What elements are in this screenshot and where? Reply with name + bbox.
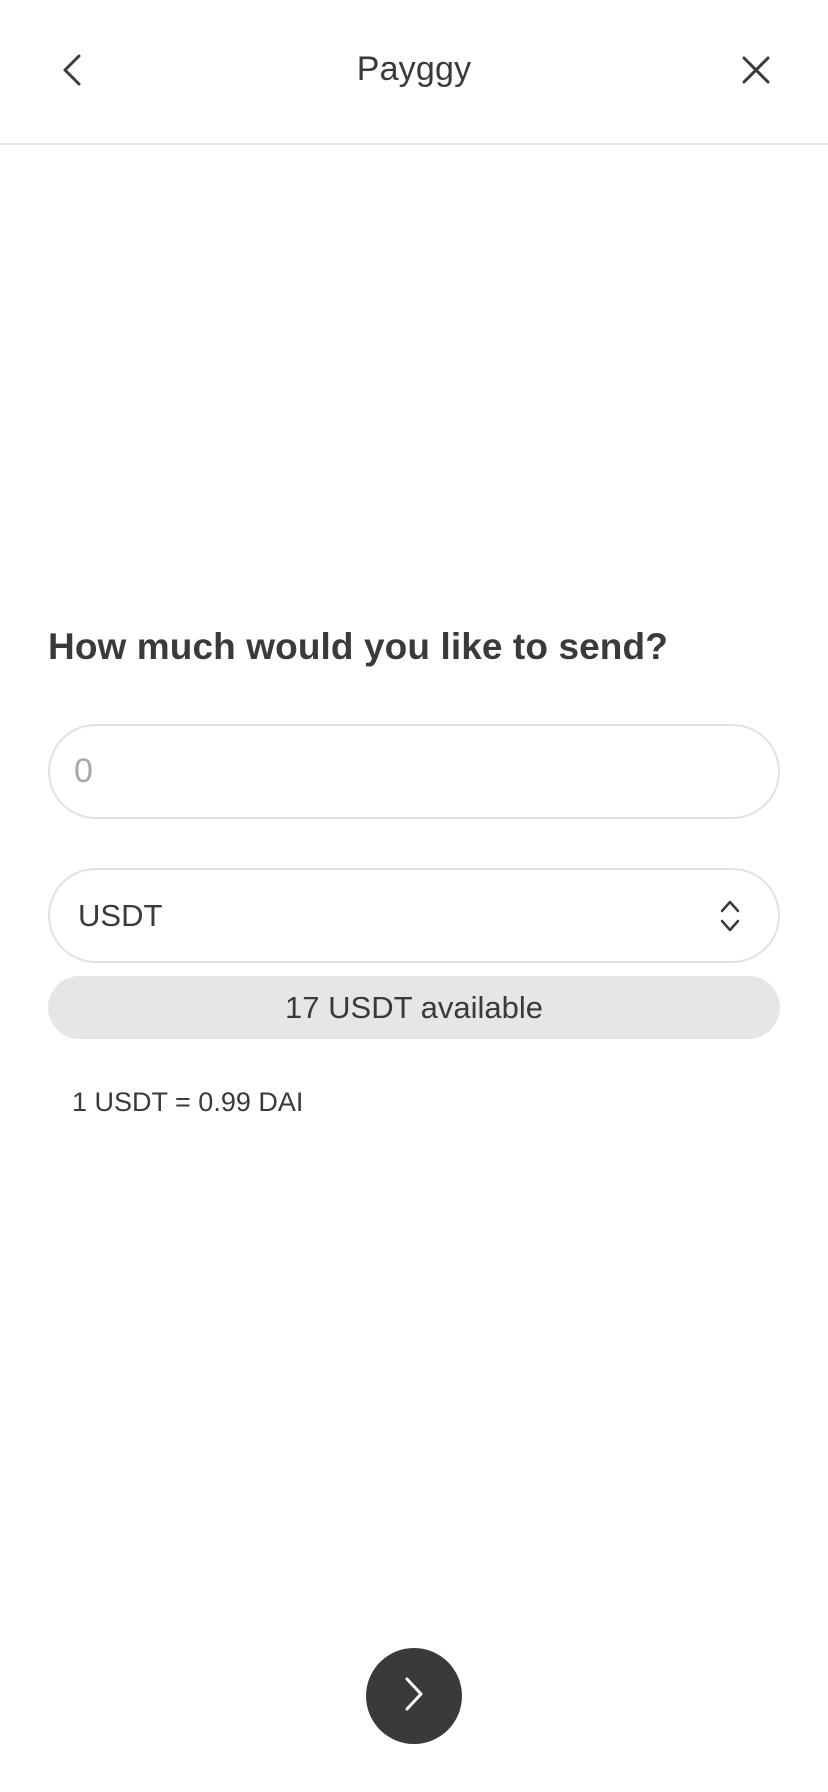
close-icon [741, 55, 771, 90]
header-bar: Payggy [0, 0, 828, 145]
token-select-value: USDT [78, 897, 163, 933]
next-button[interactable] [366, 1648, 462, 1744]
amount-input[interactable] [74, 752, 778, 791]
chevron-up-down-icon [716, 896, 744, 936]
amount-field[interactable] [48, 724, 780, 819]
amount-question: How much would you like to send? [48, 626, 668, 667]
chevron-right-icon [403, 1676, 425, 1717]
token-select[interactable]: USDT [48, 868, 780, 963]
app-screen: Payggy How much would you like to send? … [0, 0, 828, 1792]
exchange-rate-text: 1 USDT = 0.99 DAI [72, 1087, 304, 1117]
page-title: Payggy [356, 50, 472, 88]
close-button[interactable] [730, 46, 782, 98]
available-balance-badge: 17 USDT available [48, 976, 780, 1039]
